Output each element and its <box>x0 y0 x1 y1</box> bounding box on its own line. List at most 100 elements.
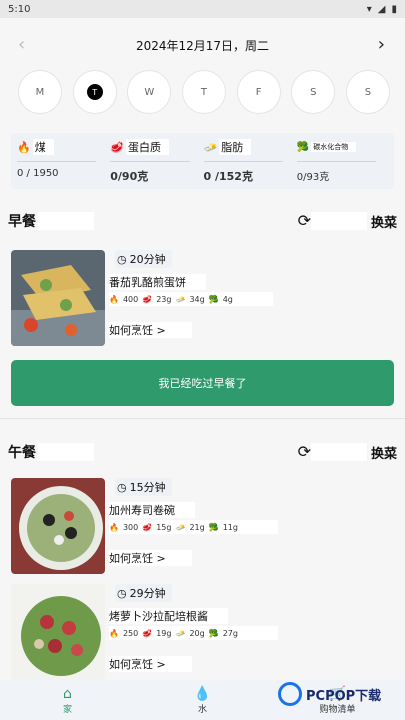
cook-time: ◷ 20分钟 <box>115 250 172 268</box>
macro-fat: 34g <box>189 294 205 304</box>
lunch-meal-card[interactable]: ◷ 15分钟 加州寿司卷碗 🔥 300 🥩 15g 🧈 21g 🥦 11g 如何烹饪 > <box>11 478 394 574</box>
day-label: W <box>144 86 155 98</box>
meal-image <box>11 478 105 574</box>
day-wed[interactable]: W <box>127 70 172 114</box>
day-thu[interactable]: T <box>181 70 226 114</box>
prev-day-button[interactable]: ‹ <box>18 34 25 55</box>
ate-breakfast-button[interactable]: 我已经吃过早餐了 <box>11 360 394 406</box>
nutrition-value: 0/93克 <box>296 172 330 183</box>
status-time: 5:10 <box>8 3 31 15</box>
cook-time-text: 20分钟 <box>129 253 166 266</box>
wifi-icon: ▾ <box>366 3 372 15</box>
progress-bar <box>17 161 97 162</box>
macro-kcal: 400 <box>122 294 139 304</box>
broccoli-icon: 🥦 <box>208 628 219 638</box>
progress-bar <box>203 161 283 162</box>
cook-time: ◷ 29分钟 <box>115 584 172 602</box>
progress-bar <box>110 161 190 162</box>
date-bar: ‹ 2024年12月17日，周二 › <box>0 28 405 62</box>
macro-carb: 27g <box>222 628 238 638</box>
breakfast-meal-card[interactable]: ◷ 20分钟 番茄乳酪煎蛋饼 🔥 400 🥩 23g 🧈 34g 🥦 4g 如何烹饪 > <box>11 250 394 346</box>
lunch-swap-button[interactable]: 换菜 <box>371 443 397 462</box>
status-bar: 5:10 ▾ ◢ ▮ <box>0 0 405 18</box>
macro-fat: 21g <box>189 522 205 532</box>
cook-time-text: 15分钟 <box>129 481 166 494</box>
macro-protein: 15g <box>156 522 172 532</box>
watermark-logo-icon <box>278 682 302 706</box>
day-sun[interactable]: S <box>345 70 390 114</box>
breakfast-title: 早餐 <box>8 211 94 231</box>
flame-icon: 🔥 <box>109 628 119 638</box>
meat-icon: 🥩 <box>110 140 124 154</box>
lunch-meal-card[interactable]: ◷ 29分钟 烤萝卜沙拉配培根酱 🔥 250 🥩 19g 🧈 20g 🥦 27g 如何烹饪… <box>11 584 394 680</box>
broccoli-icon: 🥦 <box>208 294 219 304</box>
macro-carb: 4g <box>222 294 233 304</box>
refresh-icon[interactable]: ⟳ <box>298 211 311 230</box>
day-mon[interactable]: M <box>18 70 62 114</box>
tab-home[interactable]: ⌂ 家 <box>0 680 135 720</box>
how-to-cook-link[interactable]: 如何烹饪 > <box>109 656 192 672</box>
day-fri[interactable]: F <box>236 70 281 114</box>
nutrition-label: 煤 <box>32 139 54 155</box>
nutrition-fat: 🧈 脂肪 0 /152克 <box>203 139 297 189</box>
clock-icon: ◷ <box>117 252 127 266</box>
cook-time-text: 29分钟 <box>129 587 166 600</box>
macro-carb: 11g <box>222 522 238 532</box>
cook-time: ◷ 15分钟 <box>115 478 172 496</box>
progress-bar <box>296 161 376 162</box>
tab-label: 家 <box>62 704 72 715</box>
how-to-cook-link[interactable]: 如何烹饪 > <box>109 322 192 338</box>
breakfast-swap-button[interactable]: 换菜 <box>371 212 397 231</box>
day-tue[interactable]: T <box>72 70 117 114</box>
meal-image <box>11 250 105 346</box>
nutrition-value: 0 / 1950 <box>17 168 59 179</box>
flame-icon: 🔥 <box>109 294 119 304</box>
tab-label: 水 <box>197 704 207 715</box>
how-to-cook-link[interactable]: 如何烹饪 > <box>109 550 192 566</box>
water-drop-icon: 💧 <box>193 685 212 702</box>
meal-name: 加州寿司卷碗 <box>109 502 195 518</box>
day-label: T <box>200 86 208 98</box>
section-title-text: 早餐 <box>8 214 36 230</box>
tab-water[interactable]: 💧 水 <box>135 680 270 720</box>
day-label: F <box>255 86 262 98</box>
refresh-label-bg <box>311 212 367 230</box>
status-icons: ▾ ◢ ▮ <box>367 4 397 15</box>
nutrition-calories: 🔥 煤 0 / 1950 <box>17 139 110 189</box>
nutrition-label: 脂肪 <box>219 139 252 155</box>
meal-name: 烤萝卜沙拉配培根酱 <box>109 608 228 624</box>
meal-macros: 🔥 400 🥩 23g 🧈 34g 🥦 4g <box>109 292 273 306</box>
section-divider <box>0 418 405 419</box>
lunch-title: 午餐 <box>8 442 94 462</box>
meal-name: 番茄乳酪煎蛋饼 <box>109 274 206 290</box>
nutrition-protein: 🥩 蛋白质 0/90克 <box>110 139 203 189</box>
day-label: S <box>310 86 317 98</box>
meat-icon: 🥩 <box>142 522 153 532</box>
refresh-label-bg <box>311 443 367 461</box>
macro-protein: 19g <box>156 628 172 638</box>
nutrition-value: 0 /152克 <box>203 170 253 183</box>
nutrition-summary: 🔥 煤 0 / 1950 🥩 蛋白质 0/90克 🧈 脂肪 0 /152克 🥦 碳水化合… <box>11 133 394 189</box>
clock-icon: ◷ <box>117 480 127 494</box>
nutrition-carbs: 🥦 碳水化合物 0/93克 <box>296 139 390 189</box>
meat-icon: 🥩 <box>142 628 153 638</box>
day-label: M <box>35 86 45 98</box>
butter-icon: 🧈 <box>175 294 186 304</box>
meal-macros: 🔥 300 🥩 15g 🧈 21g 🥦 11g <box>109 520 278 534</box>
weekday-selector: M T W T F S S <box>18 70 390 114</box>
watermark-text: PCPOP下载 <box>306 688 382 704</box>
next-day-button[interactable]: › <box>378 34 385 55</box>
day-sat[interactable]: S <box>291 70 336 114</box>
broccoli-icon: 🥦 <box>296 141 310 153</box>
flame-icon: 🔥 <box>17 140 31 154</box>
section-title-text: 午餐 <box>8 445 36 461</box>
clock-icon: ◷ <box>117 586 127 600</box>
title-bg <box>38 443 94 461</box>
home-icon: ⌂ <box>63 685 72 702</box>
macro-fat: 20g <box>189 628 205 638</box>
broccoli-icon: 🥦 <box>208 522 219 532</box>
day-label: T <box>86 84 103 100</box>
refresh-icon[interactable]: ⟳ <box>298 442 311 461</box>
nutrition-label: 蛋白质 <box>125 139 169 155</box>
day-label: S <box>364 86 372 98</box>
